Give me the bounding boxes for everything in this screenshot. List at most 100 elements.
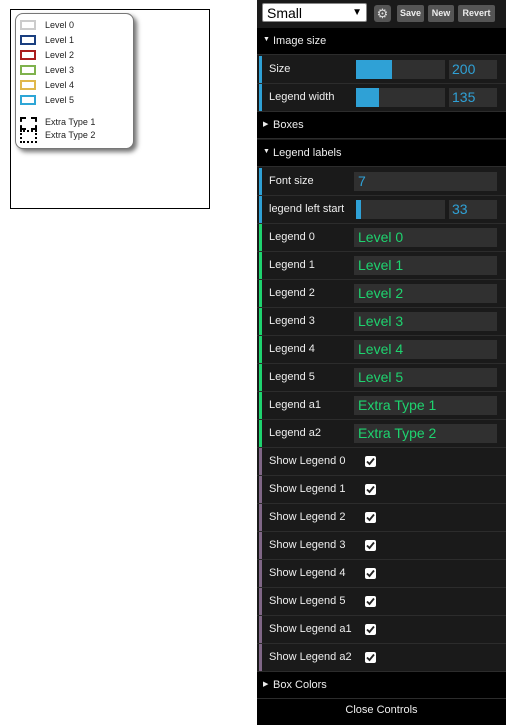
show-legend-checkbox[interactable] [365,456,376,467]
legend-label-input[interactable]: Level 3 [354,312,497,331]
show-legend-checkbox[interactable] [365,540,376,551]
number-indicator [259,168,262,195]
legend-label-name: Legend 1 [269,259,315,271]
save-button[interactable]: Save [397,5,424,22]
revert-button[interactable]: Revert [458,5,495,22]
folder-title: Boxes [273,119,304,131]
show-legend-checkbox[interactable] [365,624,376,635]
legend-entry-label: Level 4 [45,80,75,90]
check-icon [366,597,375,606]
legend-swatch [20,80,36,90]
show-legend-label: Show Legend a2 [269,651,352,663]
gear-icon[interactable]: ⚙ [374,5,391,22]
show-legend-control: Show Legend 4 [257,560,506,588]
size-label: Size [269,63,291,75]
show-legend-checkbox[interactable] [365,568,376,579]
boolean-indicator [259,504,262,531]
legend-width-label: Legend width [269,91,335,103]
show-legend-control: Show Legend a2 [257,644,506,672]
legend-entry-label: Level 1 [45,35,75,45]
legend-extra-swatch [20,117,37,130]
font-size-label: Font size [269,175,314,187]
string-indicator [259,252,262,279]
font-size-control: Font size 7 [257,168,506,196]
boolean-indicator [259,476,262,503]
legend-label-control: Legend 2 Level 2 [257,280,506,308]
show-legend-checkbox[interactable] [365,512,376,523]
legend-label-input[interactable]: Level 0 [354,228,497,247]
folder-box-colors[interactable]: ▶ Box Colors [257,672,506,699]
folder-title: Box Colors [273,679,327,691]
legend-width-control: Legend width 135 [257,84,506,112]
font-size-input[interactable]: 7 [354,172,497,191]
boolean-indicator [259,616,262,643]
new-button[interactable]: New [428,5,454,22]
legend-extra-label: Extra Type 2 [45,130,96,140]
caret-down-icon: ▼ [263,148,270,155]
string-indicator [259,308,262,335]
check-icon [366,513,375,522]
check-icon [366,569,375,578]
legend-extra-label: Extra Type 1 [45,117,96,127]
legend-label-control: Legend 3 Level 3 [257,308,506,336]
show-legend-control: Show Legend 2 [257,504,506,532]
folder-image-size[interactable]: ▼ Image size [257,28,506,55]
legend-box: Level 0 Level 1 Level 2 Level 3 Level 4 Level… [15,13,134,149]
legend-label-name: Legend a1 [269,399,321,411]
check-icon [366,541,375,550]
boolean-indicator [259,532,262,559]
legend-left-start-slider-fill [356,200,361,219]
legend-label-name: Legend 3 [269,315,315,327]
show-legend-control: Show Legend 1 [257,476,506,504]
preview-canvas: Level 0 Level 1 Level 2 Level 3 Level 4 Level… [10,9,210,209]
legend-left-start-slider[interactable] [356,200,445,219]
number-indicator [259,56,262,83]
legend-label-name: Legend a2 [269,427,321,439]
legend-label-control: Legend 1 Level 1 [257,252,506,280]
preset-select[interactable]: Small ▼ [262,3,367,22]
show-legend-label: Show Legend 0 [269,455,346,467]
string-indicator [259,392,262,419]
legend-label-input[interactable]: Extra Type 1 [354,396,497,415]
close-controls-button[interactable]: Close Controls [257,699,506,725]
size-slider[interactable] [356,60,445,79]
legend-label-input[interactable]: Level 5 [354,368,497,387]
caret-right-icon: ▶ [263,681,269,688]
show-legend-checkbox[interactable] [365,652,376,663]
folder-boxes[interactable]: ▶ Boxes [257,112,506,139]
legend-width-input[interactable]: 135 [449,88,497,107]
legend-label-input[interactable]: Level 1 [354,256,497,275]
legend-entry-label: Level 0 [45,20,75,30]
size-input[interactable]: 200 [449,60,497,79]
chevron-down-icon: ▼ [352,7,362,18]
size-control: Size 200 [257,56,506,84]
legend-left-start-control: legend left start 33 [257,196,506,224]
legend-label-input[interactable]: Extra Type 2 [354,424,497,443]
legend-entry-label: Level 3 [45,65,75,75]
show-legend-control: Show Legend 3 [257,532,506,560]
show-legend-label: Show Legend a1 [269,623,352,635]
legend-left-start-label: legend left start [269,203,345,215]
check-icon [366,485,375,494]
folder-legend-labels[interactable]: ▼ Legend labels [257,140,506,167]
legend-swatch [20,95,36,105]
legend-width-slider[interactable] [356,88,445,107]
show-legend-checkbox[interactable] [365,484,376,495]
legend-label-control: Legend 5 Level 5 [257,364,506,392]
legend-label-control: Legend 0 Level 0 [257,224,506,252]
show-legend-label: Show Legend 4 [269,567,346,579]
legend-extra-swatch [20,130,37,143]
boolean-indicator [259,560,262,587]
check-icon [366,653,375,662]
legend-left-start-input[interactable]: 33 [449,200,497,219]
legend-label-input[interactable]: Level 2 [354,284,497,303]
legend-label-name: Legend 5 [269,371,315,383]
legend-label-input[interactable]: Level 4 [354,340,497,359]
legend-swatch [20,50,36,60]
preset-select-value: Small [267,5,303,21]
check-icon [366,457,375,466]
show-legend-checkbox[interactable] [365,596,376,607]
boolean-indicator [259,588,262,615]
show-legend-control: Show Legend 5 [257,588,506,616]
legend-entry-label: Level 2 [45,50,75,60]
